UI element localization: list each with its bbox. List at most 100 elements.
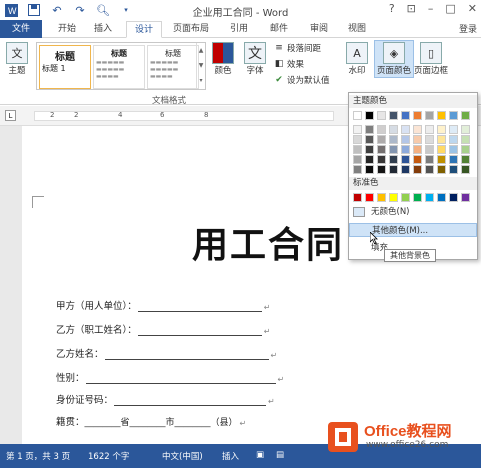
watermark-button[interactable]: A 水印 — [346, 42, 368, 76]
theme-button[interactable]: 文 主题 — [6, 42, 28, 76]
color-swatch[interactable] — [353, 145, 362, 154]
fonts-button[interactable]: 文 字体 — [244, 42, 266, 76]
standard-color-swatch[interactable] — [353, 193, 362, 202]
color-swatch[interactable] — [461, 135, 470, 144]
color-swatch[interactable] — [437, 135, 446, 144]
field-line[interactable] — [137, 326, 262, 336]
maximize-icon[interactable]: □ — [445, 2, 455, 15]
field-line[interactable] — [114, 396, 267, 406]
color-swatch[interactable] — [389, 165, 398, 174]
color-swatch[interactable] — [437, 155, 446, 164]
standard-color-swatch[interactable] — [413, 193, 422, 202]
color-swatch[interactable] — [389, 111, 398, 120]
color-swatch[interactable] — [389, 125, 398, 134]
standard-color-swatch[interactable] — [425, 193, 434, 202]
read-mode-icon[interactable]: ▣ — [256, 450, 264, 460]
color-swatch[interactable] — [461, 155, 470, 164]
color-swatch[interactable] — [413, 125, 422, 134]
color-swatch[interactable] — [425, 125, 434, 134]
color-swatch[interactable] — [377, 155, 386, 164]
tab-file[interactable]: 文件 — [0, 20, 42, 38]
more-colors-item[interactable]: 其他颜色(M)... — [349, 223, 477, 237]
color-swatch[interactable] — [353, 155, 362, 164]
color-swatch[interactable] — [365, 125, 374, 134]
minimize-icon[interactable]: – — [428, 2, 434, 15]
ribbon-display-icon[interactable]: ⊡ — [407, 2, 416, 15]
field-native-place-rest[interactable]: ________省________市________（县） — [85, 415, 238, 428]
color-swatch[interactable] — [389, 145, 398, 154]
close-icon[interactable]: ✕ — [468, 2, 477, 15]
color-swatch[interactable] — [353, 111, 362, 120]
field-line[interactable] — [104, 350, 269, 360]
standard-color-swatch[interactable] — [389, 193, 398, 202]
tab-home[interactable]: 开始 — [50, 21, 84, 38]
color-swatch[interactable] — [401, 155, 410, 164]
standard-color-swatch[interactable] — [437, 193, 446, 202]
color-swatch[interactable] — [413, 145, 422, 154]
style-item[interactable]: 标题 ▬▬▬▬▬ ▬▬▬▬▬ ▬▬▬▬ — [93, 45, 145, 89]
style-item[interactable]: 标题 ▬▬▬▬▬ ▬▬▬▬▬ ▬▬▬▬ — [147, 45, 199, 89]
color-swatch[interactable] — [401, 165, 410, 174]
color-swatch[interactable] — [449, 125, 458, 134]
status-mode[interactable]: 插入 — [222, 450, 239, 462]
color-swatch[interactable] — [365, 135, 374, 144]
paragraph-spacing-button[interactable]: ≡ 段落间距 — [274, 42, 321, 54]
status-language[interactable]: 中文(中国) — [162, 450, 203, 462]
color-swatch[interactable] — [365, 145, 374, 154]
gallery-scroll[interactable]: ▲ ▼ ▾ — [196, 43, 205, 89]
standard-color-swatch[interactable] — [365, 193, 374, 202]
no-color-item[interactable]: 无颜色(N) — [349, 205, 477, 219]
standard-color-swatch[interactable] — [377, 193, 386, 202]
color-swatch[interactable] — [365, 155, 374, 164]
tab-page-layout[interactable]: 页面布局 — [166, 21, 216, 38]
standard-color-swatch[interactable] — [461, 193, 470, 202]
colors-button[interactable]: 颜色 — [212, 42, 234, 76]
color-swatch[interactable] — [377, 135, 386, 144]
tab-design[interactable]: 设计 — [126, 21, 162, 38]
color-swatch[interactable] — [377, 165, 386, 174]
color-swatch[interactable] — [401, 145, 410, 154]
color-swatch[interactable] — [365, 111, 374, 120]
color-swatch[interactable] — [437, 111, 446, 120]
color-swatch[interactable] — [437, 145, 446, 154]
color-swatch[interactable] — [413, 155, 422, 164]
color-swatch[interactable] — [377, 111, 386, 120]
page-color-button[interactable]: ◈ 页面颜色 — [374, 40, 415, 78]
standard-color-swatch[interactable] — [449, 193, 458, 202]
standard-color-swatch[interactable] — [401, 193, 410, 202]
status-words[interactable]: 1622 个字 — [88, 450, 129, 462]
tab-review[interactable]: 审阅 — [302, 21, 336, 38]
color-swatch[interactable] — [401, 111, 410, 120]
color-swatch[interactable] — [425, 111, 434, 120]
color-swatch[interactable] — [365, 165, 374, 174]
color-swatch[interactable] — [425, 145, 434, 154]
tab-references[interactable]: 引用 — [222, 21, 256, 38]
color-swatch[interactable] — [437, 125, 446, 134]
color-swatch[interactable] — [377, 145, 386, 154]
effects-button[interactable]: ◧ 效果 — [274, 58, 304, 70]
color-swatch[interactable] — [461, 165, 470, 174]
style-item[interactable]: 标题 标题 1 — [39, 45, 91, 89]
color-swatch[interactable] — [449, 155, 458, 164]
color-swatch[interactable] — [377, 125, 386, 134]
tab-insert[interactable]: 插入 — [86, 21, 120, 38]
color-swatch[interactable] — [425, 135, 434, 144]
color-swatch[interactable] — [389, 135, 398, 144]
color-swatch[interactable] — [449, 111, 458, 120]
color-swatch[interactable] — [389, 155, 398, 164]
color-swatch[interactable] — [353, 125, 362, 134]
ruler-bar[interactable] — [34, 111, 334, 121]
color-swatch[interactable] — [425, 165, 434, 174]
color-swatch[interactable] — [401, 135, 410, 144]
help-icon[interactable]: ? — [389, 2, 395, 15]
color-swatch[interactable] — [353, 135, 362, 144]
color-swatch[interactable] — [437, 165, 446, 174]
color-swatch[interactable] — [353, 165, 362, 174]
login-link[interactable]: 登录 — [459, 22, 477, 35]
print-layout-icon[interactable]: ▤ — [276, 450, 284, 460]
color-swatch[interactable] — [413, 165, 422, 174]
color-swatch[interactable] — [449, 165, 458, 174]
field-line[interactable] — [85, 374, 276, 384]
tab-mailings[interactable]: 邮件 — [262, 21, 296, 38]
color-swatch[interactable] — [461, 125, 470, 134]
